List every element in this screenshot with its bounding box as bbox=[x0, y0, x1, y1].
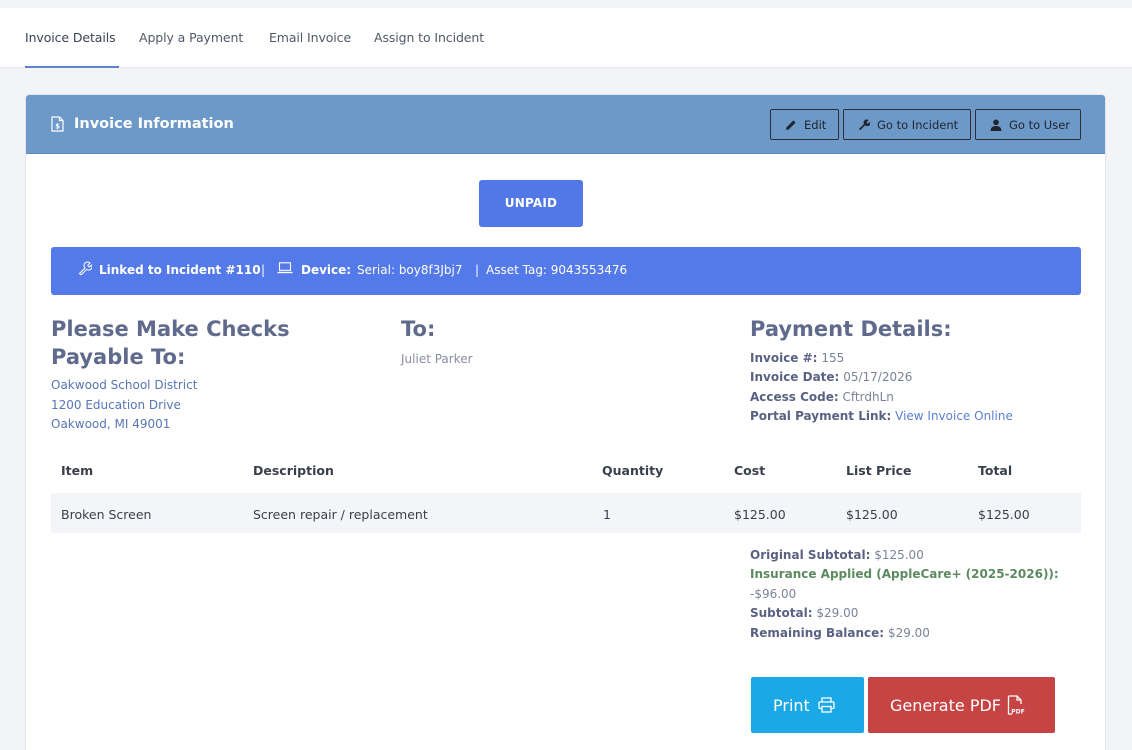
go-to-user-label: Go to User bbox=[1009, 117, 1071, 132]
go-to-incident-button[interactable]: Go to Incident bbox=[843, 109, 971, 140]
portal-link-row: Portal Payment Link: View Invoice Online bbox=[750, 409, 1013, 423]
row-total: $125.00 bbox=[978, 507, 1030, 522]
go-to-user-button[interactable]: Go to User bbox=[975, 109, 1081, 140]
subtotal-row: Subtotal: $29.00 bbox=[750, 606, 858, 620]
table-header-cost: Cost bbox=[734, 463, 766, 478]
original-subtotal-row: Original Subtotal: $125.00 bbox=[750, 548, 924, 562]
table-header-item: Item bbox=[61, 463, 94, 478]
payable-heading-line1: Please Make Checks bbox=[51, 317, 290, 341]
payable-street: 1200 Education Drive bbox=[51, 397, 181, 412]
tab-bar: Invoice Details Apply a Payment Email In… bbox=[0, 8, 1132, 68]
access-code-row: Access Code: CftrdhLn bbox=[750, 390, 894, 404]
wrench-icon bbox=[78, 261, 92, 275]
card-title: Invoice Information bbox=[74, 116, 234, 132]
active-tab-indicator bbox=[25, 66, 119, 68]
to-name: Juliet Parker bbox=[401, 352, 473, 366]
remaining-balance-label: Remaining Balance: bbox=[750, 626, 885, 640]
access-code-label: Access Code: bbox=[750, 390, 839, 404]
insurance-row: Insurance Applied (AppleCare+ (2025-2026… bbox=[750, 567, 1059, 581]
separator: | bbox=[475, 263, 480, 277]
table-header-total: Total bbox=[978, 463, 1013, 478]
table-header-description: Description bbox=[253, 463, 334, 478]
status-badge: UNPAID bbox=[479, 180, 583, 227]
to-heading: To: bbox=[401, 317, 436, 341]
tab-assign-incident[interactable]: Assign to Incident bbox=[374, 30, 484, 45]
row-description: Screen repair / replacement bbox=[253, 507, 428, 522]
svg-text:PDF: PDF bbox=[1011, 709, 1024, 716]
tab-email-invoice[interactable]: Email Invoice bbox=[269, 30, 351, 45]
invoice-card: $ Invoice Information Edit Go to Inciden… bbox=[25, 94, 1106, 750]
portal-link-label: Portal Payment Link: bbox=[750, 409, 892, 423]
row-list-price: $125.00 bbox=[846, 507, 898, 522]
svg-text:$: $ bbox=[55, 123, 60, 131]
invoice-number-row: Invoice #: 155 bbox=[750, 351, 844, 365]
laptop-icon bbox=[277, 262, 293, 274]
print-button[interactable]: Print bbox=[751, 677, 864, 733]
subtotal: $29.00 bbox=[816, 606, 859, 620]
insurance-label: Insurance Applied (AppleCare+ (2025-2026… bbox=[750, 567, 1059, 581]
payable-heading: Please Make Checks Payable To: bbox=[51, 315, 290, 371]
printer-icon bbox=[818, 697, 835, 713]
table-header-quantity: Quantity bbox=[602, 463, 664, 478]
go-to-incident-label: Go to Incident bbox=[877, 117, 959, 132]
payable-name: Oakwood School District bbox=[51, 378, 198, 392]
edit-button[interactable]: Edit bbox=[770, 109, 839, 140]
device-asset-tag: Asset Tag: 9043553476 bbox=[486, 263, 628, 277]
payable-heading-line2: Payable To: bbox=[51, 345, 186, 369]
view-invoice-online-link[interactable]: View Invoice Online bbox=[895, 409, 1013, 423]
remaining-balance: $29.00 bbox=[887, 626, 930, 640]
table-row bbox=[51, 493, 1081, 533]
pdf-file-icon: PDF bbox=[1007, 695, 1025, 715]
insurance-value: -$96.00 bbox=[750, 587, 797, 601]
generate-pdf-button[interactable]: Generate PDF PDF bbox=[868, 677, 1055, 733]
invoice-date-label: Invoice Date: bbox=[750, 370, 840, 384]
row-quantity: 1 bbox=[603, 507, 611, 522]
device-label: Device: bbox=[301, 263, 352, 277]
row-cost: $125.00 bbox=[734, 507, 786, 522]
edit-button-label: Edit bbox=[804, 117, 827, 132]
payable-address: Oakwood School District 1200 Education D… bbox=[51, 376, 197, 435]
invoice-date-row: Invoice Date: 05/17/2026 bbox=[750, 370, 912, 384]
original-subtotal: $125.00 bbox=[874, 548, 924, 562]
device-serial: Serial: boy8f3Jbj7 bbox=[357, 263, 463, 277]
user-icon bbox=[990, 119, 1002, 131]
original-subtotal-label: Original Subtotal: bbox=[750, 548, 871, 562]
invoice-file-icon: $ bbox=[51, 116, 64, 132]
card-header: $ Invoice Information Edit Go to Inciden… bbox=[26, 95, 1105, 154]
invoice-date: 05/17/2026 bbox=[843, 370, 913, 384]
access-code: CftrdhLn bbox=[842, 390, 894, 404]
payment-details-heading: Payment Details: bbox=[750, 317, 952, 341]
tab-apply-payment[interactable]: Apply a Payment bbox=[139, 30, 243, 45]
print-button-label: Print bbox=[773, 695, 810, 715]
table-header-list-price: List Price bbox=[846, 463, 912, 478]
invoice-number: 155 bbox=[821, 351, 845, 365]
payable-city: Oakwood, MI 49001 bbox=[51, 417, 171, 431]
separator: | bbox=[261, 263, 266, 277]
invoice-number-label: Invoice #: bbox=[750, 351, 818, 365]
remaining-balance-row: Remaining Balance: $29.00 bbox=[750, 626, 930, 640]
insurance-value-row: -$96.00 bbox=[750, 587, 796, 601]
incident-info-bar: Linked to Incident #110 | Device: Serial… bbox=[51, 247, 1081, 295]
pencil-icon bbox=[786, 119, 796, 130]
subtotal-label: Subtotal: bbox=[750, 606, 813, 620]
row-item: Broken Screen bbox=[61, 507, 152, 522]
generate-pdf-label: Generate PDF bbox=[890, 695, 1001, 715]
linked-incident-link[interactable]: Linked to Incident #110 bbox=[99, 263, 261, 277]
tab-invoice-details[interactable]: Invoice Details bbox=[25, 30, 116, 45]
wrench-icon bbox=[859, 119, 870, 130]
